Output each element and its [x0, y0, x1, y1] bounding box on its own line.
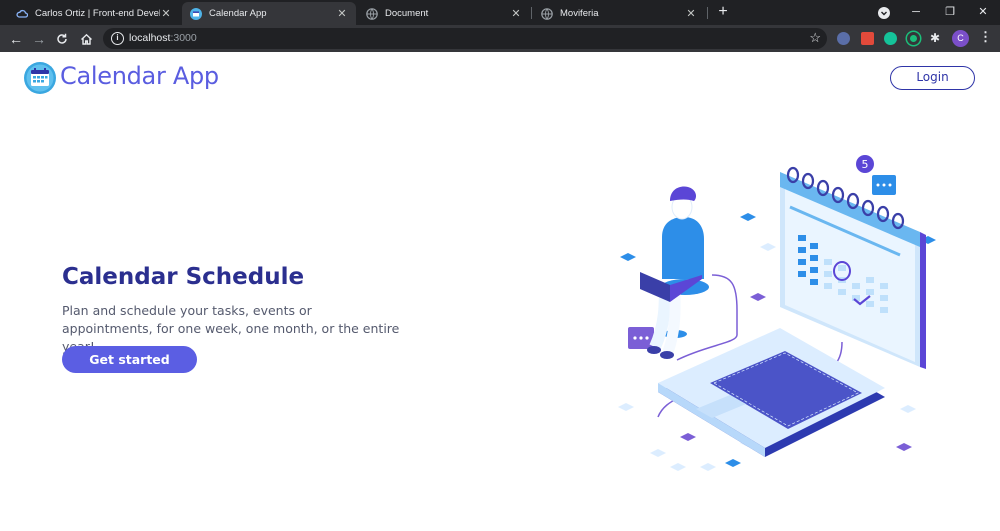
profile-avatar[interactable]: C [952, 30, 969, 47]
home-button[interactable] [76, 29, 96, 49]
menu-icon[interactable]: ⋮ [979, 29, 992, 45]
globe-icon [541, 7, 553, 20]
puzzle-icon[interactable]: ✱ [930, 32, 943, 45]
grammarly-icon[interactable] [884, 32, 897, 45]
browser-toolbar: ← → i localhost:3000 ☆ ✱ C ⋮ [0, 25, 1000, 52]
tab-divider [707, 7, 708, 19]
calendar-board [780, 166, 926, 369]
tab-calendar-app[interactable]: Calendar App ✕ [182, 2, 356, 25]
close-icon[interactable]: ✕ [336, 7, 348, 20]
cloud-icon [16, 9, 28, 18]
page-content: Calendar App Login Calendar Schedule Pla… [0, 52, 1000, 531]
extension-icon[interactable] [837, 32, 850, 45]
minimize-button[interactable]: ─ [900, 0, 932, 25]
badge-number: 5 [862, 158, 869, 171]
browser-tab-strip: Carlos Ortiz | Front-end Developer ✕ Cal… [0, 0, 1000, 25]
bookmark-star-icon[interactable]: ☆ [809, 30, 821, 46]
tab-portfolio[interactable]: Carlos Ortiz | Front-end Developer ✕ [8, 2, 180, 25]
new-tab-button[interactable]: + [714, 3, 732, 21]
tab-search-button[interactable] [868, 0, 900, 25]
brand-title[interactable]: Calendar App [60, 62, 219, 90]
window-close-button[interactable]: ✕ [967, 0, 999, 25]
calendar-illustration: 5 [618, 155, 936, 471]
site-info-icon[interactable]: i [111, 32, 124, 45]
globe-icon [366, 7, 378, 20]
extension-icon[interactable] [861, 32, 874, 45]
forward-button[interactable]: → [29, 29, 49, 49]
extension-icon[interactable] [907, 32, 920, 45]
close-icon[interactable]: ✕ [160, 7, 172, 20]
chat-bubble-icon [628, 327, 654, 349]
hero-title: Calendar Schedule [62, 264, 305, 290]
restore-button[interactable]: ❐ [934, 0, 966, 25]
tab-moviferia[interactable]: Moviferia ✕ [533, 2, 705, 25]
tab-title: Document [385, 8, 429, 19]
get-started-button[interactable]: Get started [62, 346, 197, 373]
chevron-down-icon [878, 7, 890, 19]
tab-document[interactable]: Document ✕ [358, 2, 530, 25]
reload-button[interactable] [52, 29, 72, 49]
login-button[interactable]: Login [890, 66, 975, 90]
calendar-favicon-icon [190, 7, 202, 20]
url-text: localhost:3000 [129, 32, 197, 44]
calendar-logo-icon[interactable] [24, 62, 56, 94]
close-icon[interactable]: ✕ [510, 7, 522, 20]
reload-icon [57, 33, 67, 44]
address-bar[interactable]: i localhost:3000 ☆ [103, 28, 827, 49]
tab-divider [531, 7, 532, 19]
tab-title: Carlos Ortiz | Front-end Developer [35, 8, 160, 19]
notification-badge: 5 [856, 155, 896, 195]
tab-title: Moviferia [560, 8, 599, 19]
home-icon [80, 33, 92, 45]
back-button[interactable]: ← [6, 29, 26, 49]
tab-title: Calendar App [209, 8, 267, 19]
close-icon[interactable]: ✕ [685, 7, 697, 20]
